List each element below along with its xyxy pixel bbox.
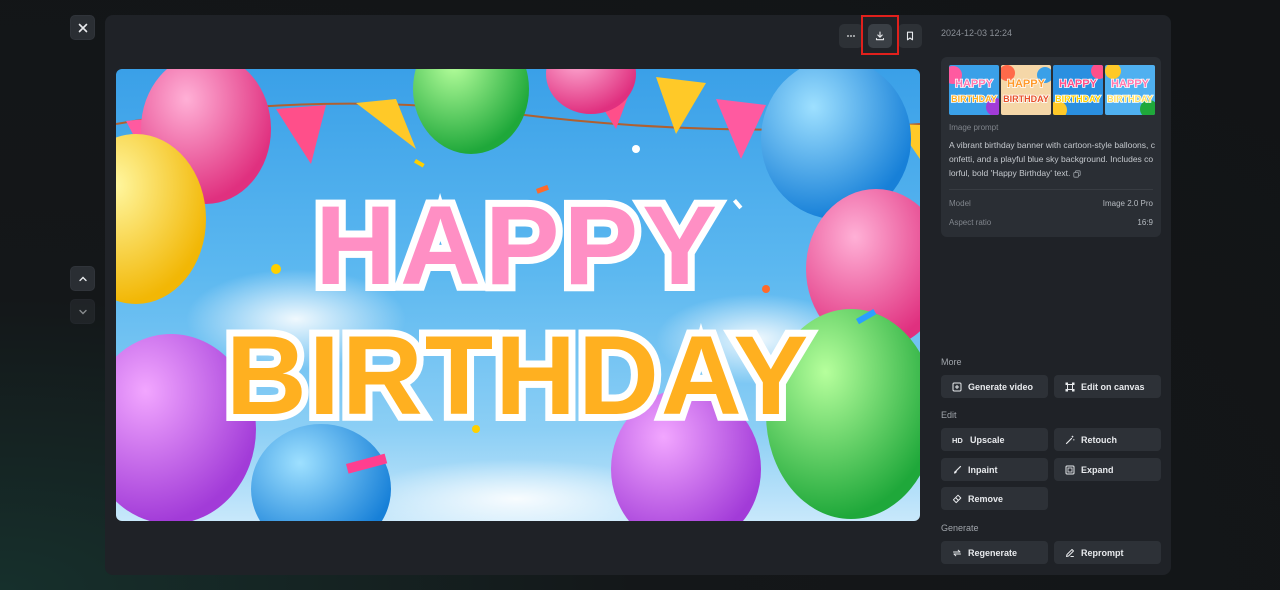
expand-label: Expand [1081,464,1114,475]
aspect-ratio-label: Aspect ratio [949,218,992,227]
thumbnail-1[interactable]: HAPPY BIRTHDAY [949,65,999,115]
more-button[interactable] [839,24,863,48]
svg-text:HD: HD [952,436,963,445]
copy-icon[interactable] [1073,170,1081,178]
eraser-icon [952,494,962,503]
thumb-1-line1: HAPPY [955,78,994,90]
retouch-label: Retouch [1081,434,1117,445]
expand-button[interactable]: Expand [1054,458,1161,481]
info-divider [949,189,1153,190]
magic-wand-icon [1065,435,1075,444]
remove-label: Remove [968,493,1004,504]
created-timestamp: 2024-12-03 12:24 [941,28,1013,38]
thumb-2-line2: BIRTHDAY [1003,94,1049,104]
inpaint-button[interactable]: Inpaint [941,458,1048,481]
thumb-1-line2: BIRTHDAY [951,94,997,104]
video-plus-icon [952,382,962,391]
download-button[interactable] [868,24,892,48]
thumbnail-3[interactable]: HAPPY BIRTHDAY [1053,65,1103,115]
brush-icon [954,465,962,473]
section-edit-label: Edit [941,410,957,420]
prompt-label: Image prompt [949,123,999,132]
thumbnail-2[interactable]: HAPPY BIRTHDAY [1001,65,1051,115]
hd-icon: HD [952,436,963,445]
model-label: Model [949,199,971,208]
model-value: Image 2.0 Pro [1102,199,1153,208]
chevron-down-icon [78,309,87,314]
remove-button[interactable]: Remove [941,487,1048,510]
aspect-ratio-row: Aspect ratio 16:9 [949,218,1153,227]
refresh-icon [953,549,961,556]
thumb-2-line1: HAPPY [1007,78,1046,90]
regenerate-button[interactable]: Regenerate [941,541,1048,564]
thumbnail-4[interactable]: HAPPY BIRTHDAY [1105,65,1155,115]
download-icon [875,31,885,41]
generate-video-button[interactable]: Generate video [941,375,1048,398]
aspect-ratio-value: 16:9 [1137,218,1153,227]
generate-video-label: Generate video [968,381,1034,392]
birthday-banner-art: HAPPY BIRTHDAY [116,69,920,521]
edit-on-canvas-label: Edit on canvas [1081,381,1145,392]
image-info-card: HAPPY BIRTHDAY HAPPY BIRTHDAY HAPPY BIRT… [941,57,1161,237]
canvas-icon [1065,382,1075,391]
regenerate-label: Regenerate [968,547,1018,558]
thumb-4-line2: BIRTHDAY [1107,94,1153,104]
prompt-text-content: A vibrant birthday banner with cartoon-s… [949,140,1156,178]
retouch-button[interactable]: Retouch [1054,428,1161,451]
reprompt-button[interactable]: Reprompt [1054,541,1161,564]
thumbnail-strip: HAPPY BIRTHDAY HAPPY BIRTHDAY HAPPY BIRT… [949,65,1155,115]
section-more-label: More [941,357,962,367]
bookmark-button[interactable] [898,24,922,48]
upscale-button[interactable]: HD Upscale [941,428,1048,451]
reprompt-label: Reprompt [1081,547,1124,558]
thumb-3-line2: BIRTHDAY [1055,94,1101,104]
thumb-3-line1: HAPPY [1059,78,1098,90]
banner-text-line1: HAPPY [315,183,721,308]
bookmark-icon [906,31,914,41]
banner-text-line2: BIRTHDAY [226,313,810,438]
section-generate-label: Generate [941,523,979,533]
pencil-icon [1066,548,1074,557]
inpaint-label: Inpaint [968,464,998,475]
close-button[interactable] [70,15,95,40]
expand-icon [1065,465,1075,474]
thumb-4-line1: HAPPY [1111,78,1150,90]
edit-on-canvas-button[interactable]: Edit on canvas [1054,375,1161,398]
upscale-label: Upscale [970,434,1005,445]
prompt-text: A vibrant birthday banner with cartoon-s… [949,138,1155,180]
close-icon [78,23,87,32]
model-row: Model Image 2.0 Pro [949,199,1153,208]
chevron-up-icon [78,276,87,281]
generated-image[interactable]: HAPPY BIRTHDAY [116,69,920,521]
previous-image-button[interactable] [70,266,95,291]
next-image-button[interactable] [70,299,95,324]
more-icon [847,35,855,37]
